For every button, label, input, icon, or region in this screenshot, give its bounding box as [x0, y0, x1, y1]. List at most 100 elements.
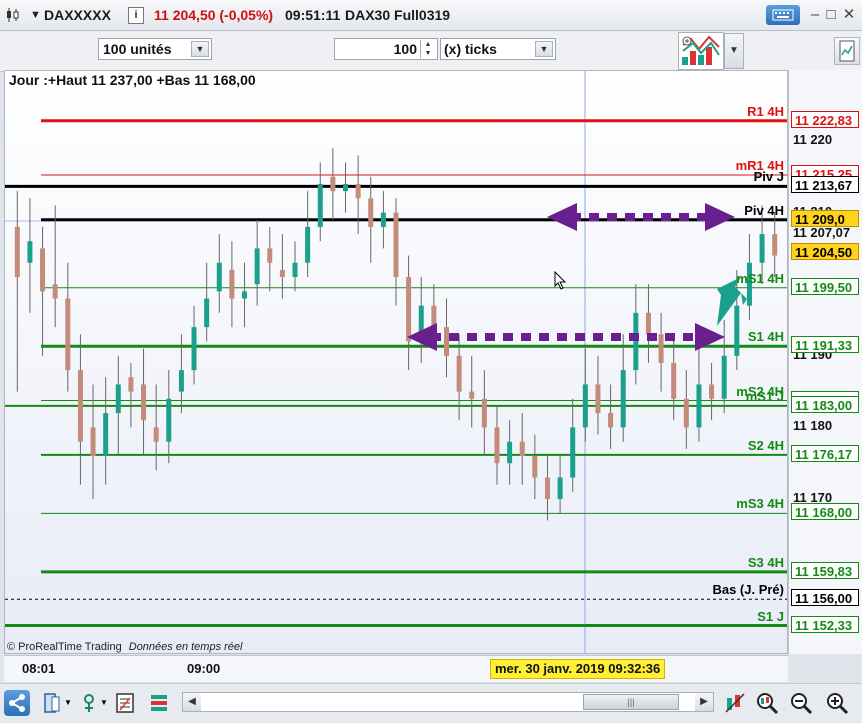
- candle-body: [153, 427, 159, 442]
- candle-body: [103, 413, 109, 457]
- level-price-box: 11 222,83: [791, 110, 859, 128]
- clock-time: 09:51:11: [285, 7, 341, 23]
- candle-body: [469, 391, 475, 399]
- level-label: mS1 J: [745, 388, 784, 404]
- window-layout-icon[interactable]: [40, 690, 66, 716]
- level-price-box: 11 191,33: [791, 336, 859, 354]
- level-label: S1 J: [757, 608, 784, 624]
- ticks-unit: (x) ticks: [444, 41, 497, 57]
- chevron-down-icon[interactable]: ▼: [30, 9, 41, 21]
- ticks-value[interactable]: 100: [394, 41, 417, 57]
- candle-body: [380, 212, 386, 227]
- instrument-name[interactable]: DAXXXXX: [44, 7, 111, 23]
- keyboard-icon[interactable]: [766, 5, 800, 25]
- units-select[interactable]: 100 unités ▼: [98, 38, 212, 60]
- level-price-box: 11 199,50: [791, 277, 859, 295]
- level-price-box: 11 213,67: [791, 176, 859, 194]
- side-panel-icon[interactable]: [834, 37, 860, 65]
- horizontal-scrollbar[interactable]: ◀ ||| ▶: [182, 692, 714, 712]
- indicators-list-icon[interactable]: [146, 690, 172, 716]
- candle-body: [52, 284, 58, 299]
- candle-body: [330, 176, 336, 192]
- scroll-right-button[interactable]: ▶: [695, 693, 713, 711]
- zoom-area-icon[interactable]: [754, 690, 780, 716]
- drag-zoom-icon[interactable]: [722, 690, 748, 716]
- realtime-note: Données en temps réel: [128, 641, 243, 653]
- candle-body: [671, 362, 677, 399]
- candle-body: [14, 226, 20, 278]
- share-icon[interactable]: [4, 690, 30, 716]
- candle-body: [305, 226, 311, 263]
- candle-body: [481, 398, 487, 428]
- cursor-date-label: mer. 30 janv. 2019 09:32:36: [490, 659, 666, 679]
- level-label: R1 4H: [747, 103, 784, 119]
- candle-body: [759, 234, 765, 263]
- candle-body: [267, 248, 273, 263]
- candle-body: [128, 377, 134, 392]
- candlestick-icon: [5, 7, 21, 23]
- price-tick: 11 180: [793, 418, 833, 434]
- properties-icon[interactable]: [112, 690, 138, 716]
- level-label: S2 4H: [747, 437, 784, 453]
- candle-body: [191, 327, 197, 371]
- candle-body: [355, 183, 361, 199]
- time-axis[interactable]: 08:01 09:00 mer. 30 janv. 2019 09:32:36: [4, 655, 788, 682]
- price-tick: 11 220: [793, 132, 833, 147]
- price-axis[interactable]: 11 22011 21011 207,0711 204,2511 20011 1…: [788, 70, 862, 654]
- chevron-down-icon[interactable]: ▼: [100, 698, 108, 707]
- candle-body: [645, 312, 651, 335]
- bottom-toolbar: ▼ ▼ ◀ ||| ▶: [0, 683, 862, 722]
- scroll-left-button[interactable]: ◀: [183, 693, 201, 711]
- level-label: S3 4H: [747, 554, 784, 570]
- candle-body: [115, 384, 121, 414]
- candle-body: [229, 269, 235, 299]
- candle-body: [570, 427, 576, 478]
- candle-body: [254, 248, 260, 285]
- candle-body: [77, 370, 83, 442]
- copyright: © ProRealTime Trading: [7, 641, 122, 653]
- level-label: Piv J: [753, 169, 784, 185]
- candle-body: [368, 198, 374, 227]
- candle-body: [633, 312, 639, 371]
- time-label: 09:00: [187, 661, 221, 676]
- chevron-down-icon[interactable]: ▼: [535, 41, 553, 57]
- arrow-head-left: [547, 203, 577, 231]
- candle-body: [65, 298, 71, 371]
- time-label: 08:01: [22, 661, 56, 676]
- level-label: Bas (J. Pré): [712, 582, 784, 598]
- candle-body: [317, 183, 323, 227]
- candle-body: [772, 234, 778, 256]
- chart-canvas[interactable]: [5, 71, 788, 654]
- level-label: mS3 4H: [736, 496, 784, 512]
- level-price-box: 11 209,0: [791, 209, 859, 227]
- candle-body: [406, 277, 412, 342]
- candle-body: [557, 477, 563, 499]
- chevron-down-icon[interactable]: ▼: [724, 33, 744, 69]
- level-label: mS1 4H: [736, 270, 784, 286]
- candle-body: [494, 427, 500, 464]
- info-icon[interactable]: i: [128, 7, 144, 24]
- scroll-thumb[interactable]: |||: [583, 694, 679, 710]
- candle-body: [595, 384, 601, 414]
- candle-body: [204, 298, 210, 328]
- copyright-text: © ProRealTime Trading Données en temps r…: [7, 641, 242, 653]
- spinner-icon[interactable]: ▲ ▼: [420, 40, 435, 58]
- candle-body: [90, 427, 96, 457]
- chevron-down-icon[interactable]: ▼: [64, 698, 72, 707]
- zoom-in-icon[interactable]: [824, 690, 850, 716]
- candle-body: [620, 370, 626, 428]
- price-chart[interactable]: Jour :+Haut 11 237,00 +Bas 11 168,00 R1 …: [4, 70, 788, 654]
- candle-body: [658, 334, 664, 363]
- chevron-down-icon[interactable]: ▼: [191, 41, 209, 57]
- ticks-input[interactable]: 100 ▲ ▼: [334, 38, 438, 60]
- candle-body: [608, 413, 614, 428]
- title-bar: ▼ DAXXXXX i 11 204,50 (-0,05%) 09:51:11 …: [0, 0, 862, 31]
- candle-body: [141, 384, 147, 421]
- candle-body: [721, 355, 727, 399]
- candle-body: [696, 384, 702, 428]
- close-button[interactable]: ✕: [838, 5, 860, 25]
- level-price-box: 11 168,00: [791, 503, 859, 521]
- indicator-chart-icon[interactable]: [678, 32, 724, 70]
- zoom-out-icon[interactable]: [788, 690, 814, 716]
- ticks-unit-select[interactable]: (x) ticks ▼: [440, 38, 556, 60]
